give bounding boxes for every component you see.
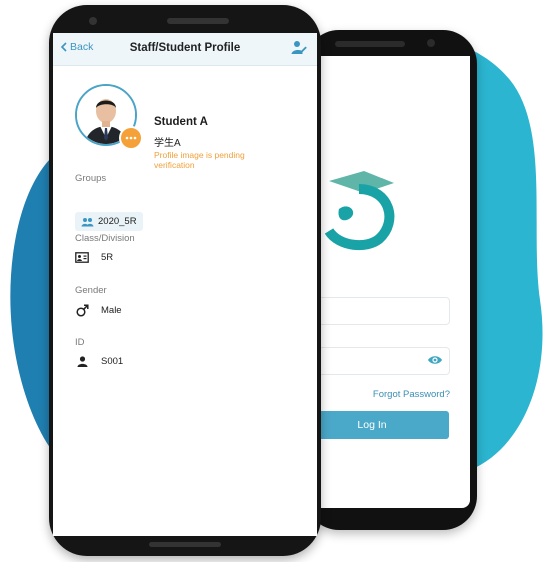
front-phone: Back Staff/Student Profile Student A 学生A…: [49, 5, 321, 556]
page-title: Staff/Student Profile: [129, 42, 241, 54]
male-icon: [75, 304, 89, 317]
app-logo: [324, 171, 395, 251]
speaker: [167, 18, 229, 24]
login-screen: Forgot Password? Log In: [305, 56, 470, 508]
username-field[interactable]: [305, 297, 450, 325]
password-field[interactable]: [305, 347, 450, 375]
back-phone: Forgot Password? Log In: [305, 30, 477, 530]
edit-user-icon[interactable]: [291, 40, 307, 55]
more-dots-icon: [125, 136, 137, 140]
group-icon: [81, 217, 94, 226]
student-name-alt: 学生A: [154, 138, 181, 149]
eye-icon[interactable]: [427, 353, 443, 367]
class-icon: [75, 252, 89, 263]
student-name: Student A: [154, 116, 208, 128]
nav-bar: Back Staff/Student Profile: [53, 33, 317, 66]
bottom-speaker: [149, 542, 221, 547]
group-name: 2020_5R: [98, 216, 137, 227]
gender-row: Male: [75, 304, 122, 317]
class-division-row: 5R: [75, 252, 113, 263]
gender-value: Male: [101, 305, 122, 316]
pending-badge: [119, 126, 143, 150]
class-division-value: 5R: [101, 252, 114, 263]
pending-notice: Profile image is pending verification: [154, 150, 245, 170]
id-row: S001: [75, 356, 123, 367]
camera: [89, 17, 97, 25]
profile-screen: Back Staff/Student Profile Student A 学生A…: [53, 33, 317, 536]
groups-label: Groups: [75, 173, 107, 184]
group-chip[interactable]: 2020_5R: [75, 212, 143, 231]
id-value: S001: [101, 356, 124, 367]
gender-label: Gender: [75, 285, 107, 296]
speaker: [335, 41, 405, 47]
id-label: ID: [75, 337, 85, 348]
person-icon: [77, 356, 87, 367]
login-button[interactable]: Log In: [305, 411, 449, 439]
camera: [427, 39, 435, 47]
class-division-label: Class/Division: [75, 233, 135, 244]
forgot-password-link[interactable]: Forgot Password?: [373, 389, 450, 400]
